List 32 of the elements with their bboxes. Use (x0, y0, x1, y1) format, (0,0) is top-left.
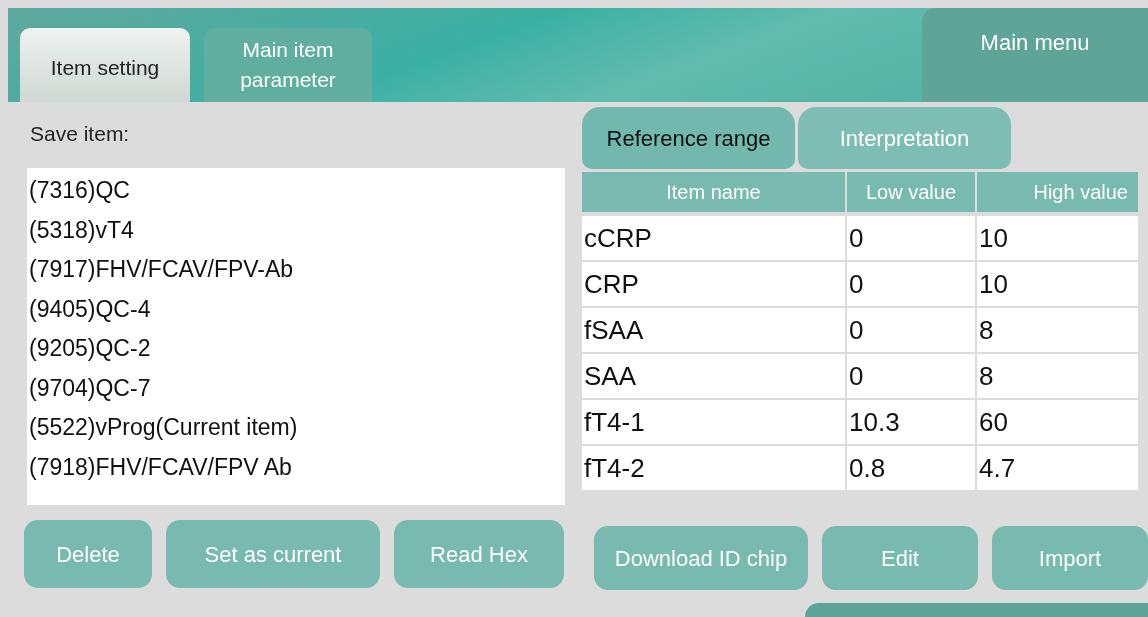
table-cell: 10 (977, 262, 1138, 306)
table-cell: cCRP (582, 216, 845, 260)
table-cell: 10 (977, 216, 1138, 260)
table-cell: 10.3 (847, 400, 975, 444)
list-item[interactable]: (9704)QC-7 (29, 369, 565, 409)
column-header: Item name (582, 172, 845, 212)
table-cell: 0 (847, 354, 975, 398)
column-header: Low value (847, 172, 975, 212)
list-item[interactable]: (7316)QC (29, 172, 565, 212)
list-item[interactable]: (7917)FHV/FCAV/FPV-Ab (29, 251, 565, 291)
table-cell: SAA (582, 354, 845, 398)
table-cell: 0 (847, 262, 975, 306)
list-item[interactable]: (5522)vProg(Current item) (29, 409, 565, 449)
table-cell: 60 (977, 400, 1138, 444)
list-item[interactable]: (9405)QC-4 (29, 290, 565, 330)
table-cell: 8 (977, 354, 1138, 398)
table-cell: fT4-2 (582, 446, 845, 490)
table-cell: 0 (847, 308, 975, 352)
list-item[interactable]: (7918)FHV/FCAV/FPV Ab (29, 448, 565, 488)
table-cell: fT4-1 (582, 400, 845, 444)
list-item[interactable]: (9205)QC-2 (29, 330, 565, 370)
table-cell: 4.7 (977, 446, 1138, 490)
table-cell: CRP (582, 262, 845, 306)
table-cell: fSAA (582, 308, 845, 352)
save-item-label: Save item: (30, 121, 130, 147)
tab[interactable]: Reference range (582, 107, 795, 169)
table-cell: 0 (847, 216, 975, 260)
tab[interactable]: Item setting (20, 28, 190, 102)
table-cell: 0.8 (847, 446, 975, 490)
table-cell: 8 (977, 308, 1138, 352)
column-header: High value (977, 172, 1138, 212)
list-item[interactable]: (5318)vT4 (29, 211, 565, 251)
